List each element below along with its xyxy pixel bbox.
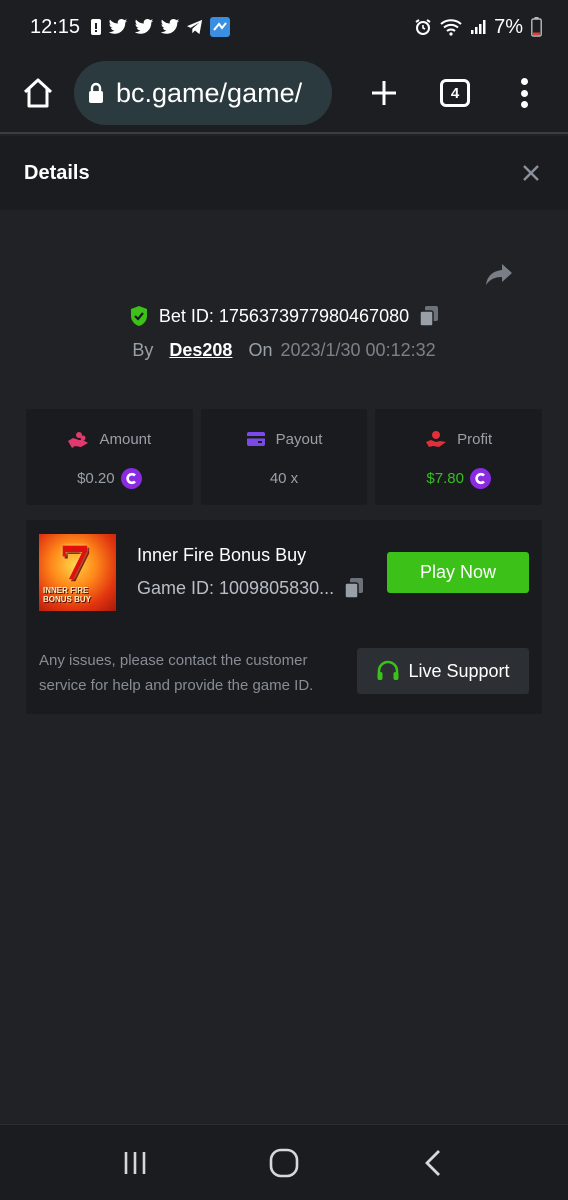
notification-icon bbox=[90, 18, 102, 36]
home-circle-icon bbox=[269, 1148, 299, 1177]
system-nav-bar bbox=[0, 1124, 568, 1200]
game-card: 7 INNER FIRE BONUS BUY Inner Fire Bonus … bbox=[26, 520, 542, 714]
twitter-icon bbox=[134, 18, 154, 36]
bet-author-row: By Des208 On 2023/1/30 00:12:32 bbox=[0, 336, 568, 364]
stat-amount: Amount $0.20 bbox=[26, 409, 193, 505]
details-header: Details bbox=[0, 136, 568, 210]
share-icon bbox=[486, 264, 512, 285]
back-button[interactable] bbox=[403, 1133, 463, 1193]
more-vert-icon bbox=[520, 78, 528, 85]
play-now-button[interactable]: Play Now bbox=[387, 552, 529, 593]
coin-icon bbox=[120, 467, 142, 489]
wifi-icon bbox=[440, 18, 462, 36]
app-icon bbox=[210, 17, 231, 37]
new-tab-button[interactable] bbox=[366, 75, 402, 111]
plus-icon bbox=[372, 81, 396, 105]
signal-icon bbox=[470, 19, 486, 35]
stat-label: Profit bbox=[457, 430, 493, 448]
recent-apps-button[interactable] bbox=[105, 1133, 165, 1193]
verified-shield-icon bbox=[129, 305, 149, 327]
profit-hand-icon bbox=[425, 430, 447, 448]
page-title: Details bbox=[24, 161, 90, 184]
coin-icon bbox=[469, 467, 491, 489]
by-label: By bbox=[132, 339, 154, 360]
bet-stats: Amount $0.20 Payout 40 x Profit $7.80 bbox=[26, 409, 543, 505]
notification-icons bbox=[90, 17, 231, 37]
twitter-icon bbox=[160, 18, 180, 36]
live-support-label: Live Support bbox=[408, 660, 510, 681]
bet-id: Bet ID: 1756373977980467080 bbox=[158, 305, 410, 326]
live-support-button[interactable]: Live Support bbox=[357, 648, 529, 694]
back-icon bbox=[425, 1149, 441, 1176]
game-id: Game ID: 1009805830... bbox=[137, 577, 335, 598]
battery-percent: 7% bbox=[494, 15, 523, 38]
bet-date: 2023/1/30 00:12:32 bbox=[280, 339, 436, 360]
copy-icon bbox=[344, 578, 364, 599]
username-link[interactable]: Des208 bbox=[169, 340, 232, 361]
status-time: 12:15 bbox=[30, 15, 81, 38]
system-icons: 7% bbox=[414, 16, 542, 39]
game-thumbnail[interactable]: 7 INNER FIRE BONUS BUY bbox=[39, 534, 116, 611]
home-icon bbox=[23, 78, 53, 108]
stat-value: 40 x bbox=[269, 469, 299, 487]
bet-id-row: Bet ID: 1756373977980467080 bbox=[0, 300, 568, 332]
home-button[interactable] bbox=[18, 73, 58, 113]
stat-value: $7.80 bbox=[426, 469, 464, 487]
lock-icon bbox=[88, 82, 104, 104]
close-button[interactable] bbox=[518, 160, 544, 186]
telegram-icon bbox=[186, 19, 204, 35]
on-label: On bbox=[248, 339, 273, 360]
battery-icon bbox=[531, 17, 542, 37]
url-text: bc.game/game/ bbox=[116, 77, 303, 108]
share-button[interactable] bbox=[484, 262, 518, 292]
recents-icon bbox=[124, 1151, 145, 1174]
copy-game-id-button[interactable] bbox=[344, 577, 364, 599]
stat-label: Amount bbox=[99, 430, 152, 448]
thumbnail-title: INNER FIRE BONUS BUY bbox=[43, 586, 92, 604]
address-bar[interactable]: bc.game/game/ bbox=[74, 61, 332, 125]
stat-label: Payout bbox=[275, 430, 323, 448]
alarm-icon bbox=[414, 18, 432, 36]
wallet-icon bbox=[246, 431, 266, 447]
game-id-row: Game ID: 1009805830... bbox=[137, 577, 364, 599]
stat-value: $0.20 bbox=[77, 469, 115, 487]
game-name: Inner Fire Bonus Buy bbox=[137, 545, 307, 565]
copy-icon bbox=[419, 306, 439, 327]
browser-menu-button[interactable] bbox=[514, 75, 534, 111]
tab-switcher-button[interactable]: 4 bbox=[440, 79, 470, 107]
stat-payout: Payout 40 x bbox=[200, 409, 368, 505]
coins-hand-icon bbox=[67, 430, 89, 448]
home-nav-button[interactable] bbox=[254, 1133, 314, 1193]
stat-profit: Profit $7.80 bbox=[375, 409, 543, 505]
status-bar: 12:15 7% bbox=[0, 0, 568, 54]
copy-bet-id-button[interactable] bbox=[419, 305, 439, 327]
twitter-icon bbox=[108, 18, 128, 36]
close-icon bbox=[523, 165, 539, 181]
headset-icon bbox=[376, 660, 400, 682]
support-info-text: Any issues, please contact the customer … bbox=[39, 652, 314, 694]
browser-toolbar: bc.game/game/ 4 bbox=[0, 54, 568, 134]
